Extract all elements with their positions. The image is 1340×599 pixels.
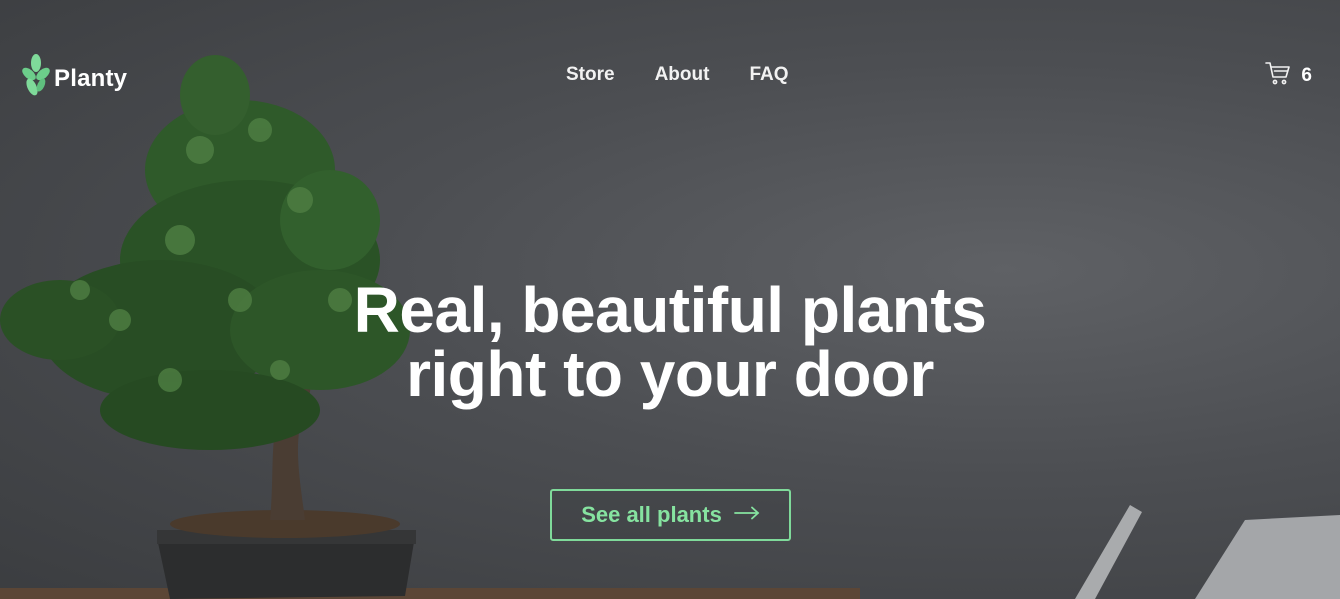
chair-back-left	[1075, 505, 1142, 599]
nav-link-about[interactable]: About	[655, 64, 710, 86]
arrow-right-icon	[733, 506, 760, 525]
bonsai-pot-rim	[157, 530, 416, 544]
hero-headline-line-2: right to your door	[406, 338, 934, 410]
table-surface	[0, 588, 860, 599]
main-nav: Store About FAQ	[566, 64, 789, 86]
site-header: Planty Store About FAQ 6	[0, 0, 1340, 150]
hero-headline: Real, beautiful plants right to your doo…	[0, 278, 1340, 406]
nav-link-store[interactable]: Store	[566, 64, 615, 86]
cart-button[interactable]: 6	[1265, 60, 1312, 91]
cart-count: 6	[1301, 64, 1312, 86]
chair-back-right	[1195, 515, 1340, 599]
brand-logo[interactable]: Planty	[22, 54, 127, 103]
bonsai-pot	[157, 530, 416, 599]
bonsai-soil	[170, 510, 400, 538]
nav-link-faq[interactable]: FAQ	[749, 64, 788, 86]
see-all-plants-button[interactable]: See all plants	[550, 489, 791, 541]
hero-headline-line-1: Real, beautiful plants	[353, 274, 987, 346]
brand-name: Planty	[54, 64, 128, 92]
cart-icon	[1265, 60, 1291, 91]
leaf-icon	[22, 54, 50, 103]
cta-label: See all plants	[581, 502, 722, 527]
